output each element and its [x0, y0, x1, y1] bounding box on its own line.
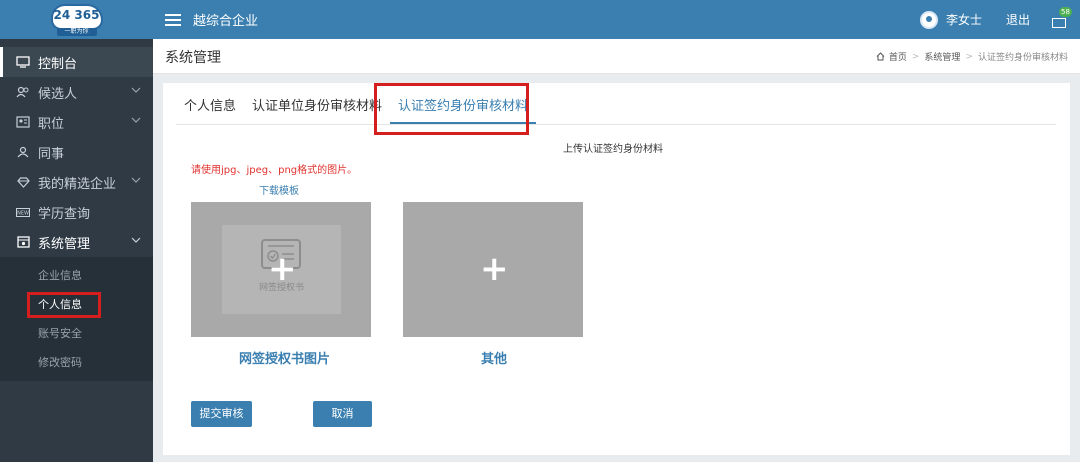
- submenu-item-company-info[interactable]: 企业信息: [0, 261, 153, 290]
- breadcrumb-current: 认证签约身份审核材料: [977, 53, 1068, 63]
- logo-area: 24 365 一职为你: [0, 0, 153, 39]
- mail-icon[interactable]: 58: [1052, 6, 1072, 28]
- sidebar-item-label: 系统管理: [38, 236, 91, 252]
- sidebar-item-label: 控制台: [38, 56, 78, 72]
- menu-toggle-icon[interactable]: [165, 13, 181, 26]
- id-card-icon: [16, 115, 30, 129]
- breadcrumb-home[interactable]: 首页: [889, 50, 907, 63]
- page-header: 系统管理 首页 > 系统管理 > 认证签约身份审核材料: [153, 39, 1080, 74]
- tab-personal-info[interactable]: 个人信息: [176, 95, 244, 124]
- sidebar: 24 365 一职为你 控制台 候选人 职位 同事 我的精选企业 NEW 学历查…: [0, 0, 153, 462]
- svg-text:NEW: NEW: [17, 210, 29, 216]
- cancel-button[interactable]: 取消: [313, 401, 372, 427]
- sidebar-item-label: 学历查询: [38, 206, 91, 222]
- upload-authorization-image[interactable]: 网签授权书 +: [191, 202, 371, 337]
- logout-link[interactable]: 退出: [1006, 11, 1030, 28]
- avatar[interactable]: [919, 10, 938, 29]
- tab-bar: 个人信息 认证单位身份审核材料 认证签约身份审核材料: [176, 83, 1056, 125]
- sidebar-item-label: 候选人: [38, 86, 78, 102]
- username[interactable]: 李女士: [946, 11, 982, 28]
- settings-box-icon: [16, 235, 30, 249]
- logo[interactable]: 24 365 一职为你: [50, 3, 103, 36]
- upload-authorization-caption: 网签授权书图片: [239, 352, 331, 367]
- sidebar-item-label: 同事: [38, 146, 65, 162]
- mail-badge: 58: [1059, 6, 1072, 17]
- sidebar-item-colleagues[interactable]: 同事: [0, 137, 153, 167]
- upload-other-image[interactable]: +: [403, 202, 583, 337]
- sidebar-item-label: 我的精选企业: [38, 176, 117, 192]
- sidebar-item-dashboard[interactable]: 控制台: [0, 47, 153, 77]
- company-name: 越综合企业: [193, 14, 259, 29]
- submenu-item-account-security[interactable]: 账号安全: [0, 319, 153, 348]
- chevron-down-icon: [131, 175, 143, 187]
- sidebar-nav: 控制台 候选人 职位 同事 我的精选企业 NEW 学历查询 系统管理 企业信息 …: [0, 47, 153, 381]
- submenu-item-change-password[interactable]: 修改密码: [0, 348, 153, 377]
- logo-number: 24 365: [53, 7, 100, 22]
- home-icon: [876, 52, 885, 61]
- highlight-box: [27, 292, 101, 318]
- download-template-link[interactable]: 下载模板: [259, 182, 299, 197]
- breadcrumb-separator: >: [965, 51, 973, 62]
- top-bar: 越综合企业 李女士 退出 58: [153, 0, 1080, 39]
- upload-section-title: 上传认证签约身份材料: [563, 144, 663, 155]
- diamond-icon: [16, 175, 30, 189]
- sidebar-item-candidates[interactable]: 候选人: [0, 77, 153, 107]
- content-panel: 个人信息 认证单位身份审核材料 认证签约身份审核材料 上传认证签约身份材料 请使…: [163, 83, 1070, 455]
- tab-company-identity-materials[interactable]: 认证单位身份审核材料: [244, 95, 390, 124]
- system-submenu: 企业信息 个人信息 账号安全 修改密码: [0, 257, 153, 381]
- upload-other-caption: 其他: [481, 352, 508, 367]
- user-area: 李女士 退出 58: [919, 0, 1080, 39]
- chevron-down-icon: [131, 235, 143, 247]
- plus-icon: +: [480, 249, 509, 289]
- sidebar-item-education-query[interactable]: NEW 学历查询: [0, 197, 153, 227]
- logo-tagline: 一职为你: [56, 27, 97, 36]
- plus-icon: +: [268, 249, 297, 289]
- breadcrumb: 首页 > 系统管理 > 认证签约身份审核材料: [876, 50, 1068, 63]
- monitor-icon: [16, 55, 30, 69]
- sidebar-item-selected-companies[interactable]: 我的精选企业: [0, 167, 153, 197]
- sidebar-item-positions[interactable]: 职位: [0, 107, 153, 137]
- format-hint: 请使用jpg、jpeg、png格式的图片。: [191, 165, 358, 176]
- submit-review-button[interactable]: 提交审核: [191, 401, 252, 427]
- sidebar-item-system-management[interactable]: 系统管理: [0, 227, 153, 257]
- breadcrumb-system[interactable]: 系统管理: [924, 50, 960, 63]
- new-badge-icon: NEW: [16, 205, 30, 219]
- users-icon: [16, 85, 30, 99]
- page-title: 系统管理: [165, 50, 221, 66]
- breadcrumb-separator: >: [911, 51, 920, 62]
- tab-signing-identity-materials[interactable]: 认证签约身份审核材料: [390, 95, 537, 124]
- person-icon: [16, 145, 30, 159]
- sidebar-item-label: 职位: [38, 116, 65, 132]
- submenu-item-personal-info[interactable]: 个人信息: [0, 290, 153, 319]
- chevron-down-icon: [131, 85, 143, 97]
- chevron-down-icon: [131, 115, 143, 127]
